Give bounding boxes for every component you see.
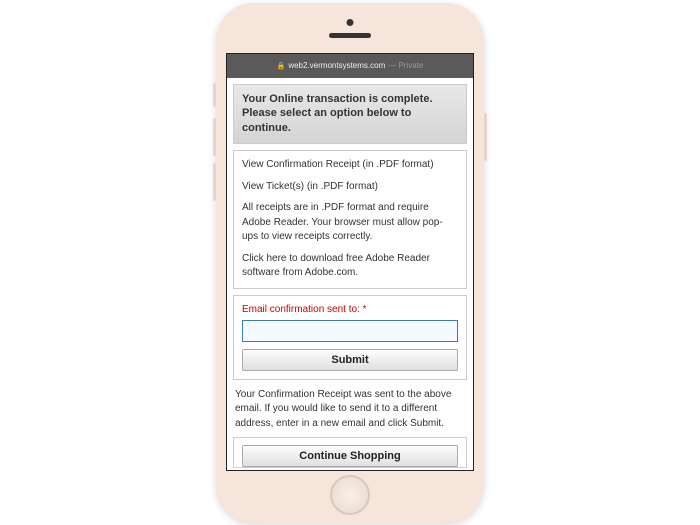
power-button	[484, 113, 487, 161]
pdf-notice: All receipts are in .PDF format and requ…	[242, 201, 458, 245]
adobe-reader-link[interactable]: Click here to download free Adobe Reader…	[242, 252, 458, 281]
completion-header: Your Online transaction is complete. Ple…	[233, 84, 467, 145]
receipt-info-box: View Confirmation Receipt (in .PDF forma…	[233, 150, 467, 289]
browser-address-bar[interactable]: 🔒 web2.vermontsystems.com — Private	[227, 54, 473, 78]
earpiece-speaker	[329, 33, 371, 38]
email-label: Email confirmation sent to: *	[242, 304, 458, 315]
view-confirmation-link[interactable]: View Confirmation Receipt (in .PDF forma…	[242, 158, 458, 173]
email-confirmation-box: Email confirmation sent to: * Submit	[233, 295, 467, 380]
page-url: web2.vermontsystems.com	[288, 61, 385, 70]
front-camera	[347, 19, 354, 26]
completion-text: Your Online transaction is complete. Ple…	[242, 93, 433, 135]
phone-frame: 🔒 web2.vermontsystems.com — Private Your…	[216, 3, 484, 523]
private-mode-label: — Private	[388, 61, 423, 70]
view-tickets-link[interactable]: View Ticket(s) (in .PDF format)	[242, 180, 458, 195]
page-content: Your Online transaction is complete. Ple…	[227, 78, 473, 470]
phone-top-bezel	[226, 13, 474, 53]
continue-shopping-button[interactable]: Continue Shopping	[242, 445, 458, 467]
volume-up	[213, 118, 216, 156]
submit-button[interactable]: Submit	[242, 349, 458, 371]
email-followup-text: Your Confirmation Receipt was sent to th…	[233, 386, 467, 438]
lock-icon: 🔒	[277, 62, 286, 70]
continue-box: Continue Shopping	[233, 437, 467, 468]
home-button[interactable]	[330, 475, 370, 515]
volume-down	[213, 163, 216, 201]
mute-switch	[213, 83, 216, 107]
email-field[interactable]	[242, 320, 458, 342]
phone-screen: 🔒 web2.vermontsystems.com — Private Your…	[226, 53, 474, 471]
